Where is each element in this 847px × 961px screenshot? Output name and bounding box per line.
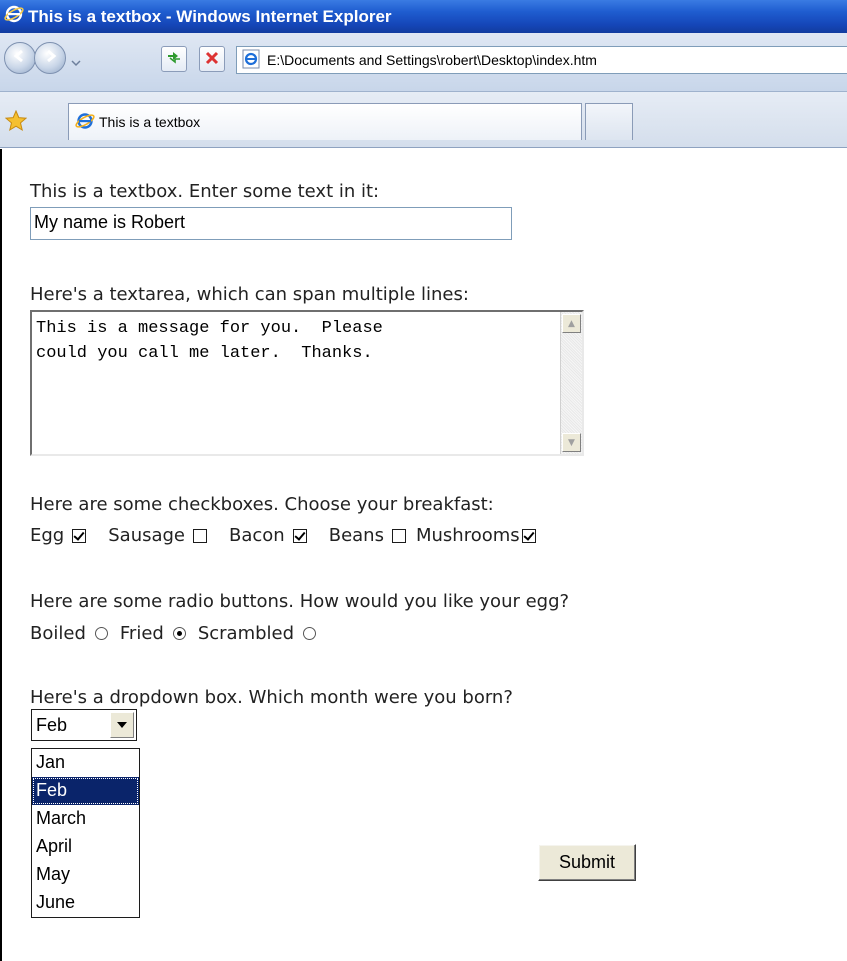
checkbox-bacon-label: Bacon	[229, 525, 285, 546]
ie-logo-icon	[75, 111, 95, 134]
tab-bar: This is a textbox	[0, 92, 847, 148]
dropdown-option-april[interactable]: April	[32, 833, 139, 861]
stop-x-icon	[205, 50, 219, 69]
refresh-icon	[165, 49, 183, 69]
chevron-down-icon	[71, 60, 81, 67]
month-dropdown-list[interactable]: Jan Feb March April May June	[31, 748, 140, 918]
radio-boiled-label: Boiled	[30, 623, 86, 644]
name-textbox[interactable]: My name is Robert	[30, 207, 512, 240]
radio-fried-label: Fried	[119, 623, 164, 644]
ie-logo-icon	[4, 4, 24, 29]
back-arrow-icon	[11, 47, 29, 69]
address-toolbar: E:\Documents and Settings\robert\Desktop…	[0, 33, 847, 92]
radio-fried[interactable]	[172, 627, 186, 640]
triangle-down-icon: ▼	[568, 437, 575, 448]
checkbox-bacon[interactable]	[292, 528, 307, 543]
dropdown-option-may[interactable]: May	[32, 861, 139, 889]
tab-current[interactable]: This is a textbox	[68, 103, 582, 140]
message-textarea[interactable]: This is a message for you. Please could …	[30, 310, 584, 456]
checkbox-beans-label: Beans	[328, 525, 384, 546]
textarea-scrollbar[interactable]: ▲ ▼	[560, 312, 582, 454]
recent-pages-dropdown[interactable]	[70, 53, 82, 67]
radio-scrambled[interactable]	[303, 627, 317, 640]
page-icon	[241, 49, 261, 72]
submit-button[interactable]: Submit	[538, 844, 636, 881]
forward-arrow-icon	[41, 47, 59, 69]
dropdown-label: Here's a dropdown box. Which month were …	[30, 687, 513, 708]
radio-row: Boiled Fried Scrambled	[30, 623, 328, 644]
month-dropdown[interactable]: Feb	[31, 709, 137, 741]
new-tab-button[interactable]	[585, 103, 633, 140]
dropdown-option-june[interactable]: June	[32, 889, 139, 917]
dropdown-option-feb[interactable]: Feb	[32, 777, 139, 805]
checkbox-egg-label: Egg	[30, 525, 65, 546]
favorites-star-icon[interactable]	[4, 109, 28, 136]
radio-boiled[interactable]	[94, 627, 108, 640]
dropdown-arrow-button[interactable]	[110, 712, 134, 738]
checkbox-sausage[interactable]	[193, 528, 208, 543]
checkbox-beans[interactable]	[391, 528, 406, 543]
forward-button[interactable]	[34, 42, 66, 74]
scroll-down-button[interactable]: ▼	[562, 433, 581, 452]
textarea-label: Here's a textarea, which can span multip…	[30, 284, 469, 305]
window-title-bar[interactable]: This is a textbox - Windows Internet Exp…	[0, 0, 847, 33]
checkbox-mushrooms[interactable]	[521, 528, 536, 543]
checkbox-sausage-label: Sausage	[108, 525, 186, 546]
dropdown-option-jan[interactable]: Jan	[32, 749, 139, 777]
radio-label: Here are some radio buttons. How would y…	[30, 591, 570, 612]
address-url: E:\Documents and Settings\robert\Desktop…	[267, 52, 597, 68]
tab-label: This is a textbox	[99, 114, 201, 130]
dropdown-value: Feb	[36, 714, 68, 735]
triangle-down-icon	[117, 722, 127, 728]
stop-button[interactable]	[199, 46, 225, 72]
address-input[interactable]: E:\Documents and Settings\robert\Desktop…	[236, 46, 847, 74]
checkbox-mushrooms-label: Mushrooms	[415, 525, 520, 546]
triangle-up-icon: ▲	[568, 318, 575, 329]
page-content: This is a textbox. Enter some text in it…	[0, 149, 847, 961]
radio-scrambled-label: Scrambled	[197, 623, 295, 644]
dropdown-option-march[interactable]: March	[32, 805, 139, 833]
window-title: This is a textbox - Windows Internet Exp…	[28, 6, 392, 26]
refresh-button[interactable]	[161, 46, 187, 72]
textbox-label: This is a textbox. Enter some text in it…	[30, 181, 380, 202]
checkbox-label: Here are some checkboxes. Choose your br…	[30, 494, 494, 515]
scroll-up-button[interactable]: ▲	[562, 314, 581, 333]
checkbox-egg[interactable]	[72, 528, 87, 543]
checkbox-row: Egg Sausage Bacon Beans Mushrooms	[30, 525, 558, 546]
back-button[interactable]	[4, 42, 36, 74]
textarea-content: This is a message for you. Please could …	[36, 319, 383, 363]
